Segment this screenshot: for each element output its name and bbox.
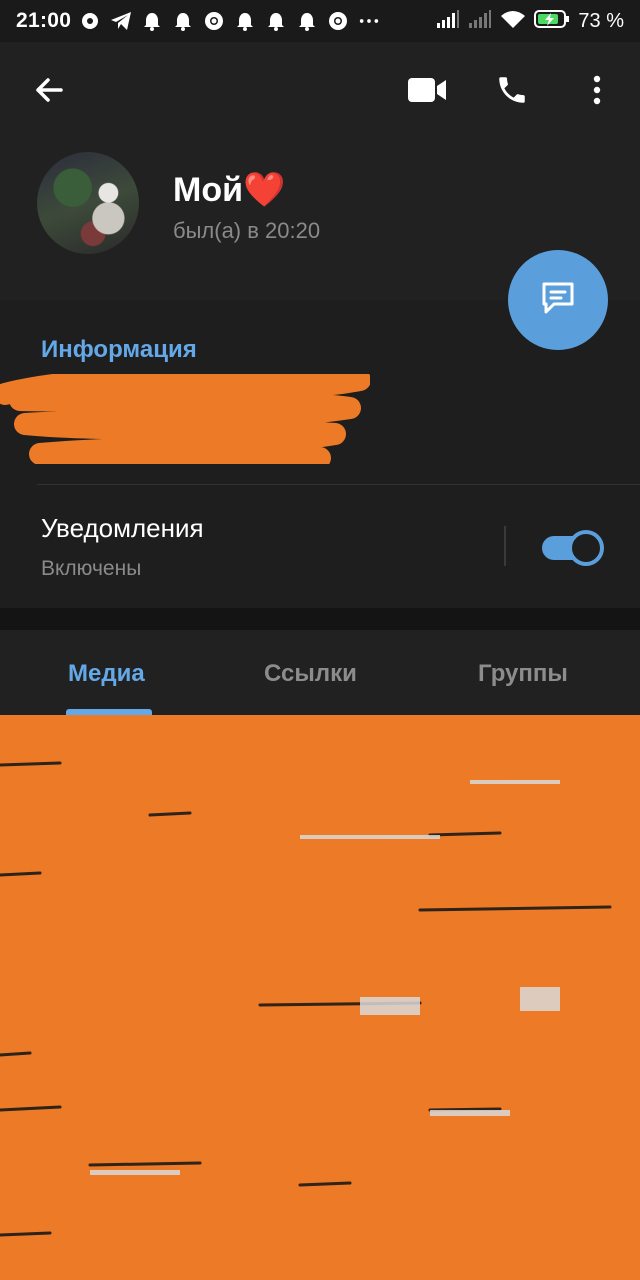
divider	[504, 526, 506, 566]
tab-links[interactable]: Ссылки	[264, 660, 357, 688]
signal-icon	[468, 9, 492, 34]
info-section-title: Информация	[41, 336, 197, 363]
divider	[37, 484, 640, 485]
phone-icon	[495, 73, 529, 112]
send-message-button[interactable]	[508, 250, 608, 350]
message-icon	[538, 278, 578, 323]
back-button[interactable]	[25, 68, 73, 116]
wifi-icon	[500, 9, 526, 34]
alarm-icon	[296, 10, 318, 32]
more-menu-button[interactable]	[573, 68, 621, 116]
status-notification-icons	[79, 10, 436, 32]
alarm-icon	[234, 10, 256, 32]
profile-name: Мой❤️	[173, 171, 286, 209]
toggle-knob	[568, 530, 604, 566]
telegram-icon	[110, 10, 132, 32]
tab-groups[interactable]: Группы	[478, 660, 568, 688]
call-button[interactable]	[488, 68, 536, 116]
alarm-icon	[141, 10, 163, 32]
avatar[interactable]	[37, 152, 139, 254]
redaction-scribble	[0, 715, 640, 1280]
status-system-icons: 73 %	[436, 9, 624, 34]
more-dots-icon	[358, 10, 380, 32]
redacted-info-scribble	[0, 364, 371, 469]
notifications-value: Включены	[41, 557, 142, 580]
more-vert-icon	[592, 75, 602, 110]
status-time: 21:00	[16, 9, 72, 32]
video-call-icon	[407, 77, 447, 108]
battery-percent: 73 %	[578, 9, 624, 32]
notifications-label: Уведомления	[41, 513, 204, 543]
video-call-button[interactable]	[403, 68, 451, 116]
alarm-icon	[265, 10, 287, 32]
last-seen-status: был(а) в 20:20	[173, 218, 321, 243]
media-grid-redacted	[0, 715, 640, 1280]
alarm-icon	[79, 10, 101, 32]
alarm-icon	[172, 10, 194, 32]
battery-icon	[534, 9, 570, 34]
app-bar	[0, 42, 640, 142]
arrow-left-icon	[33, 74, 65, 111]
shared-media-tabs: Медиа Ссылки Группы	[0, 630, 640, 715]
chrome-icon	[327, 10, 349, 32]
status-bar: 21:00 73 %	[0, 0, 640, 42]
section-gap	[0, 608, 640, 630]
chrome-icon	[203, 10, 225, 32]
signal-icon	[436, 9, 460, 34]
tab-media[interactable]: Медиа	[68, 660, 145, 688]
notifications-toggle[interactable]	[542, 530, 604, 566]
